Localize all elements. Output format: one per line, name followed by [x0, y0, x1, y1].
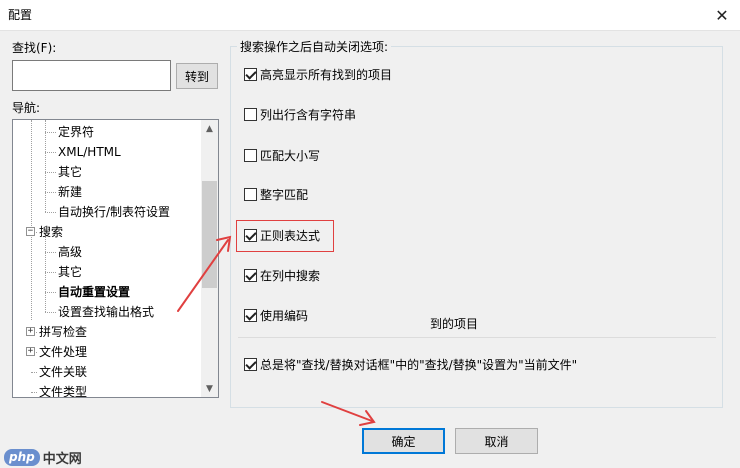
tree-guide-line: [45, 272, 56, 273]
nav-tree-item-label: 文件类型: [39, 385, 88, 398]
watermark: php 中文网: [4, 448, 82, 467]
option-row[interactable]: 整字匹配: [244, 186, 308, 202]
nav-tree-item[interactable]: 搜索: [39, 222, 63, 242]
option-checkbox[interactable]: [244, 107, 257, 121]
find-input[interactable]: [12, 60, 171, 91]
ok-button[interactable]: 确定: [362, 428, 445, 454]
tree-guide-line: [31, 120, 32, 320]
option-row[interactable]: 匹配大小写: [244, 147, 320, 163]
close-button[interactable]: ✕: [704, 0, 740, 30]
nav-tree-item-label: 其它: [58, 165, 83, 179]
annotation-arrowhead-ok: [359, 410, 376, 426]
global-option-checkbox[interactable]: [244, 357, 257, 371]
nav-tree-item[interactable]: 高级: [58, 242, 82, 262]
option-row[interactable]: 高亮显示所有找到的项目: [244, 66, 392, 82]
option-label: 列出行含有字符串: [260, 107, 357, 122]
option-checkbox[interactable]: [244, 187, 257, 201]
tree-guide-line: [45, 252, 56, 253]
overlay-text: 到的项目: [430, 317, 479, 331]
chevron-down-icon: ▼: [206, 383, 213, 394]
watermark-logo: php: [4, 448, 40, 466]
nav-tree-item-label: 其它: [58, 265, 83, 279]
scroll-up-button[interactable]: ▲: [201, 120, 218, 137]
nav-tree-item[interactable]: 定界符: [58, 122, 94, 142]
regex-highlight-annotation: [236, 220, 334, 252]
cancel-button[interactable]: 取消: [455, 428, 538, 454]
nav-tree-item[interactable]: 文件处理: [39, 342, 87, 362]
nav-tree-item-label: 高级: [58, 245, 83, 259]
option-label: 高亮显示所有找到的项目: [260, 67, 393, 82]
close-icon: ✕: [715, 5, 729, 25]
chevron-up-icon: ▲: [206, 123, 213, 134]
tree-guide-line: [45, 292, 56, 293]
tree-guide-line: [45, 120, 46, 212]
option-label: 匹配大小写: [260, 148, 321, 163]
group-title: 搜索操作之后自动关闭选项:: [237, 38, 392, 55]
nav-tree-item[interactable]: 其它: [58, 262, 82, 282]
tree-guide-line: [45, 230, 46, 312]
option-label: 整字匹配: [260, 187, 309, 202]
option-label: 使用编码: [260, 308, 309, 323]
nav-tree-item[interactable]: 自动重置设置: [58, 282, 130, 302]
tree-guide-line: [45, 152, 56, 153]
nav-tree-item-label: 新建: [58, 185, 83, 199]
window-title: 配置: [8, 8, 33, 22]
tree-guide-line: [31, 372, 37, 373]
find-label: 查找(F):: [12, 41, 57, 55]
nav-label: 导航:: [12, 101, 41, 115]
expand-icon[interactable]: +: [26, 347, 35, 356]
option-label: 在列中搜索: [260, 268, 321, 283]
global-option-label: 总是将"查找/替换对话框"中的"查找/替换"设置为"当前文件": [260, 357, 578, 372]
nav-tree-item-label: 文件处理: [39, 345, 88, 359]
scroll-down-button[interactable]: ▼: [201, 380, 218, 397]
goto-button[interactable]: 转到: [176, 63, 218, 89]
nav-scrollbar[interactable]: ▲ ▼: [201, 120, 218, 397]
tree-guide-line: [45, 212, 56, 213]
separator: [238, 337, 716, 338]
expand-icon[interactable]: +: [26, 327, 35, 336]
nav-tree-item-label: 定界符: [58, 125, 95, 139]
option-row[interactable]: 列出行含有字符串: [244, 106, 356, 122]
nav-tree-item-label: 搜索: [39, 225, 64, 239]
scroll-thumb[interactable]: [202, 181, 217, 288]
tree-guide-line: [45, 132, 56, 133]
nav-tree-item[interactable]: 设置查找输出格式: [58, 302, 154, 322]
nav-tree-item[interactable]: 文件类型: [39, 382, 88, 398]
nav-tree-item[interactable]: 其它: [58, 162, 82, 182]
option-checkbox[interactable]: [244, 268, 257, 282]
nav-tree-item[interactable]: 文件关联: [39, 362, 87, 382]
nav-tree-item-label: 自动换行/制表符设置: [58, 205, 171, 219]
collapse-icon[interactable]: −: [26, 227, 35, 236]
title-bar: 配置 ✕: [0, 0, 740, 30]
option-row[interactable]: 在列中搜索: [244, 267, 320, 283]
global-option-row[interactable]: 总是将"查找/替换对话框"中的"查找/替换"设置为"当前文件": [244, 356, 577, 372]
option-checkbox[interactable]: [244, 148, 257, 162]
dialog-body: 查找(F): 转到 导航: 定界符 XML/HTML 其它 新建 自动换行/制表符设置搜…: [0, 30, 740, 468]
tree-guide-line: [45, 312, 56, 313]
watermark-text: 中文网: [42, 451, 82, 467]
option-checkbox[interactable]: [244, 308, 257, 322]
nav-tree-item-label: 拼写检查: [39, 325, 88, 339]
tree-guide-line: [31, 392, 37, 393]
tree-guide-line: [45, 172, 56, 173]
nav-tree-item[interactable]: XML/HTML: [58, 142, 121, 162]
nav-tree-item[interactable]: 拼写检查: [39, 322, 87, 342]
nav-tree-item[interactable]: 自动换行/制表符设置: [58, 202, 170, 222]
nav-tree-item-label: 自动重置设置: [58, 285, 131, 299]
option-row[interactable]: 使用编码: [244, 307, 308, 323]
nav-tree[interactable]: 定界符 XML/HTML 其它 新建 自动换行/制表符设置 搜索 − 高级 其它 自动重置设置 设置…: [12, 119, 219, 398]
nav-tree-item-label: XML/HTML: [58, 145, 121, 159]
nav-tree-item-label: 设置查找输出格式: [58, 305, 155, 319]
tree-guide-line: [45, 192, 56, 193]
nav-tree-item-label: 文件关联: [39, 365, 88, 379]
nav-tree-item[interactable]: 新建: [58, 182, 82, 202]
option-checkbox[interactable]: [244, 67, 257, 81]
